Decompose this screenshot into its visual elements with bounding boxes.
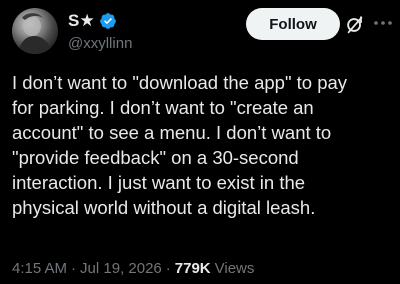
author-identity: S★ @xxyllinn (68, 10, 132, 52)
name-row: S★ (68, 10, 132, 32)
avatar-photo-icon (18, 13, 52, 54)
tweet-text: I don’t want to "download the app" to pa… (12, 72, 348, 218)
meta-separator-2: · (165, 259, 171, 277)
views-count[interactable]: 779K (175, 260, 211, 277)
meta-separator: · (71, 259, 77, 277)
avatar[interactable] (12, 8, 58, 54)
verified-badge-icon[interactable] (99, 12, 117, 30)
tweet-meta: 4:15 AM · Jul 19, 2026 · 779K Views (12, 257, 254, 279)
tweet-time[interactable]: 4:15 AM (12, 260, 67, 277)
display-name[interactable]: S★ (68, 11, 95, 31)
author-handle[interactable]: @xxyllinn (68, 35, 132, 52)
tweet-date[interactable]: Jul 19, 2026 (80, 260, 162, 277)
tweet-header: S★ @xxyllinn Follow (0, 0, 400, 70)
views-label: Views (214, 259, 255, 277)
more-options-icon[interactable] (370, 12, 396, 34)
grok-icon[interactable] (344, 14, 366, 36)
follow-button[interactable]: Follow (246, 8, 340, 40)
